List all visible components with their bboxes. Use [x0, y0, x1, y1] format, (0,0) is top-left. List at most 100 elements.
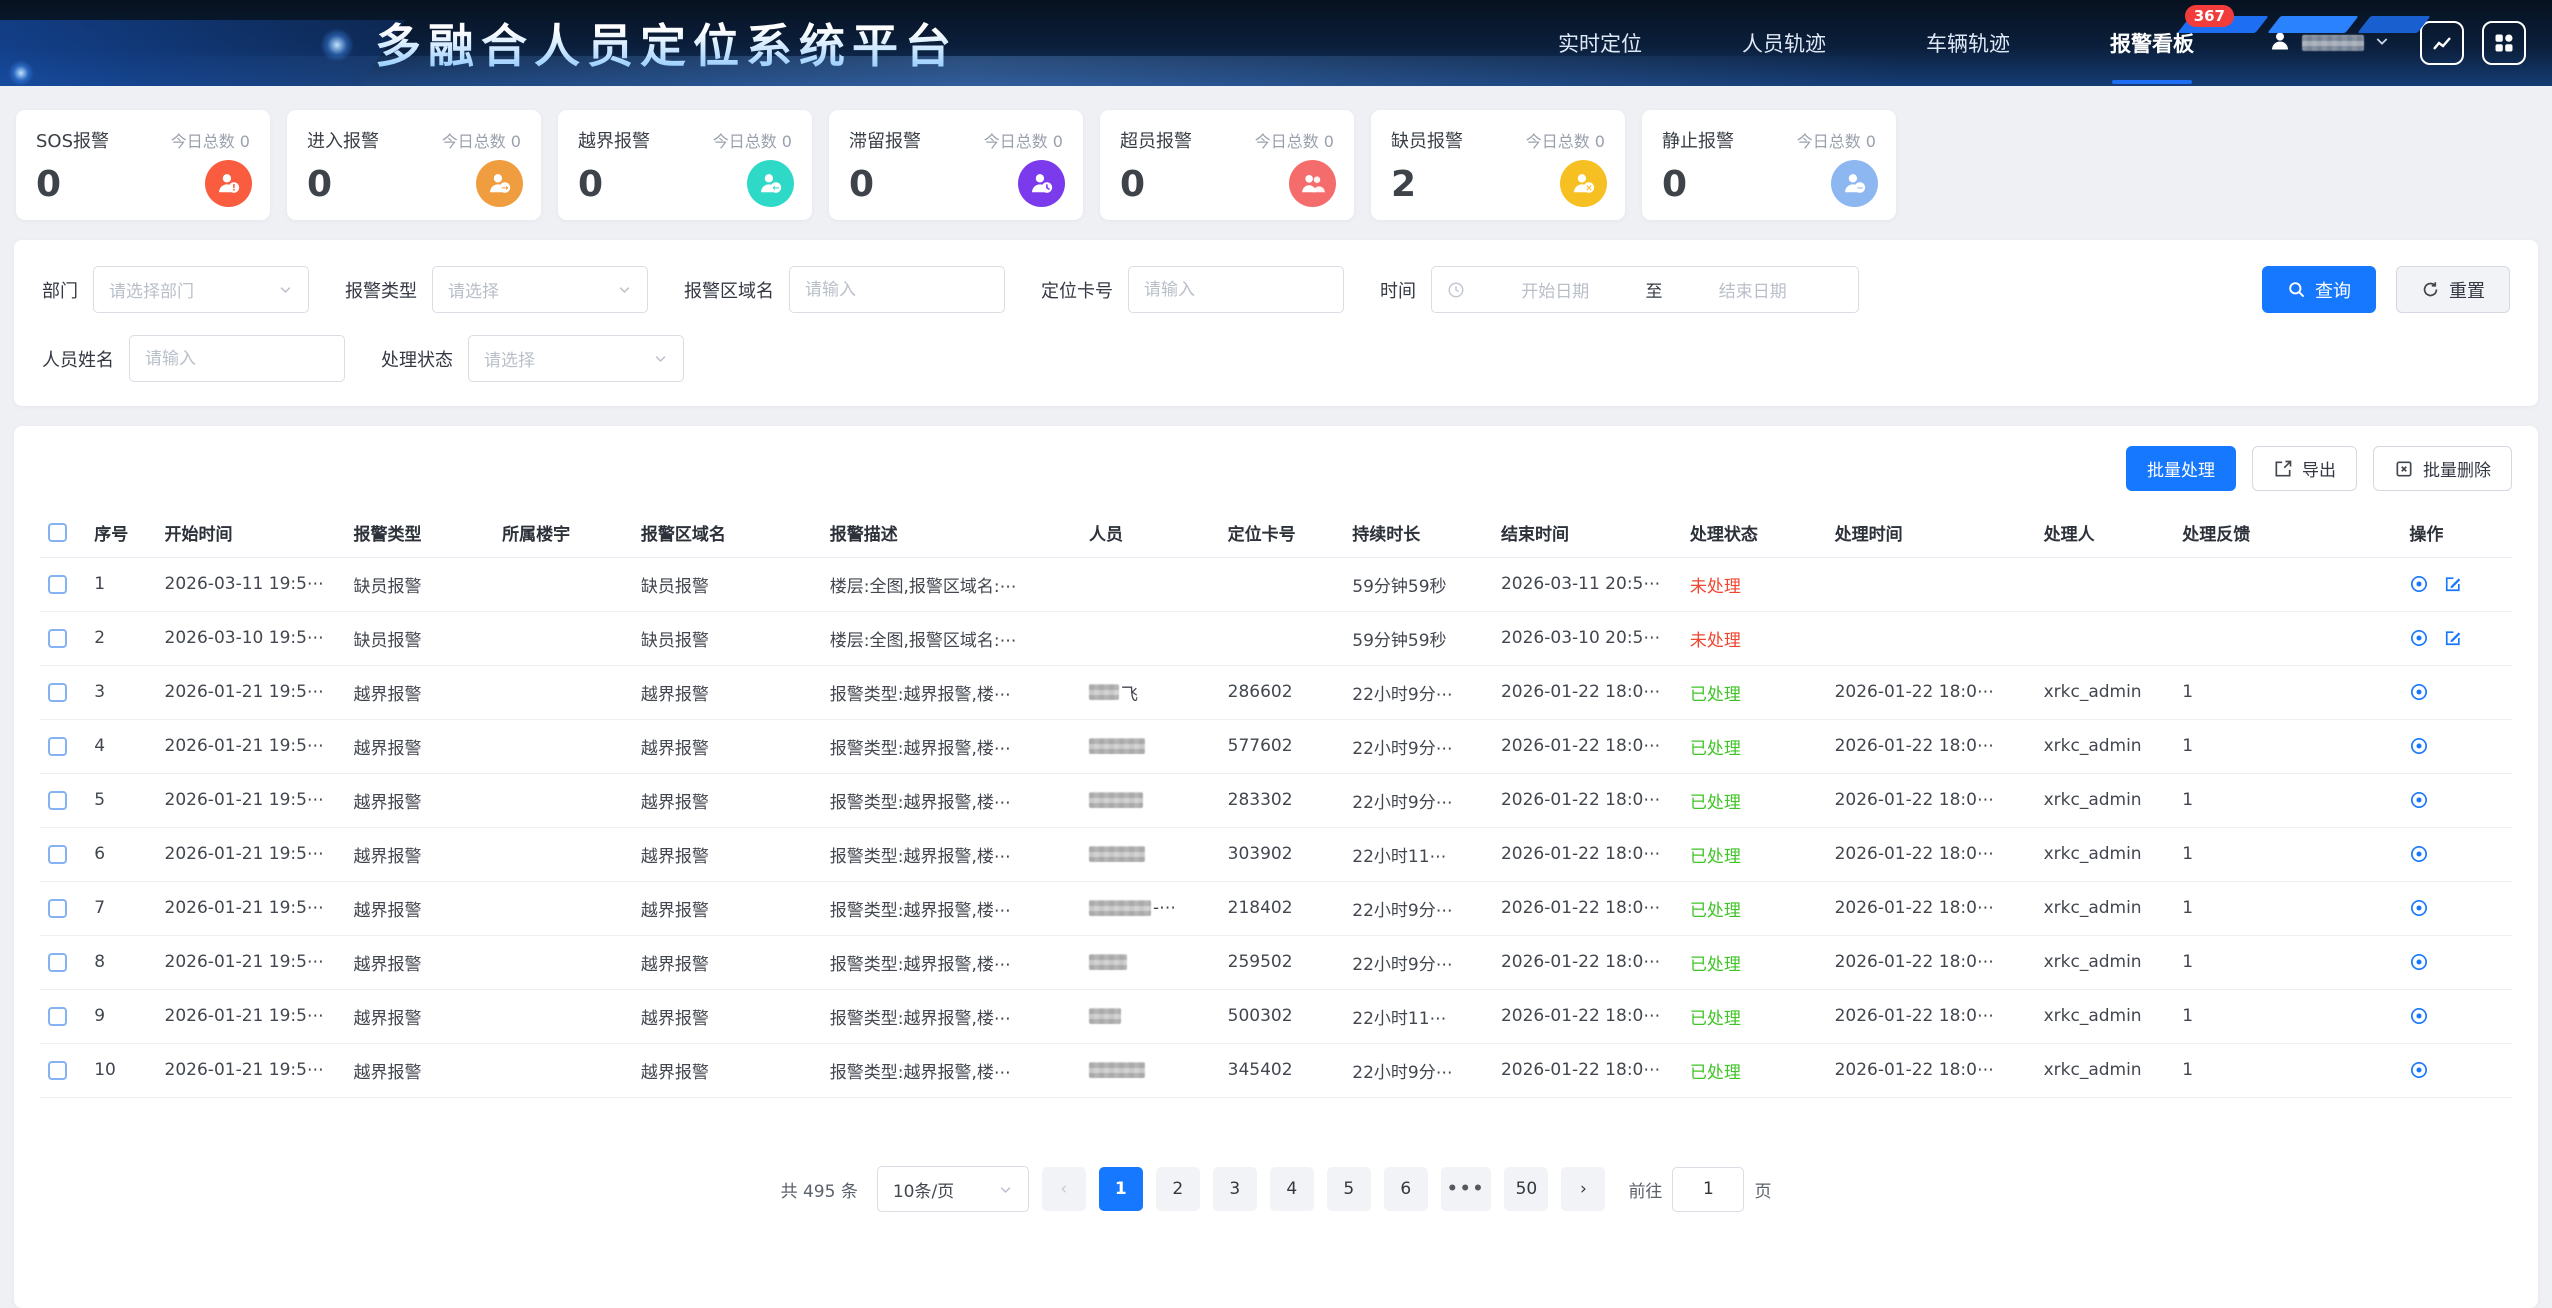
stat-card-title: 进入报警 — [307, 127, 379, 153]
cell-person — [1081, 1043, 1220, 1097]
row-checkbox[interactable] — [48, 629, 67, 648]
area-input[interactable] — [805, 280, 989, 300]
batch-process-button[interactable]: 批量处理 — [2126, 446, 2236, 491]
page-ellipsis[interactable]: ••• — [1441, 1167, 1492, 1211]
batch-delete-button[interactable]: 批量删除 — [2373, 446, 2512, 491]
cell-description: 报警类型:越界报警,楼⋯ — [822, 719, 1081, 773]
view-icon[interactable] — [2409, 682, 2429, 702]
nav-item-人员轨迹[interactable]: 人员轨迹 — [1740, 22, 1828, 64]
view-icon[interactable] — [2409, 574, 2429, 594]
row-checkbox[interactable] — [48, 683, 67, 702]
status-badge: 已处理 — [1690, 793, 1741, 813]
column-header-开始时间: 开始时间 — [157, 509, 346, 557]
stat-card-title: 滞留报警 — [849, 127, 921, 153]
row-checkbox[interactable] — [48, 1061, 67, 1080]
page-size-select[interactable]: 10条/页 — [877, 1166, 1029, 1212]
nav-item-报警看板[interactable]: 报警看板367 — [2108, 22, 2196, 64]
row-checkbox[interactable] — [48, 1007, 67, 1026]
status-placeholder: 请选择 — [484, 346, 535, 371]
cell-end-time: 2026-01-22 18:0⋯ — [1493, 881, 1682, 935]
export-button[interactable]: 导出 — [2252, 446, 2357, 491]
column-header-报警区域名: 报警区域名 — [633, 509, 822, 557]
search-button[interactable]: 查询 — [2262, 266, 2376, 313]
row-checkbox[interactable] — [48, 737, 67, 756]
page-button-6[interactable]: 6 — [1384, 1167, 1428, 1211]
user-area[interactable] — [2268, 29, 2390, 57]
cell-alarm-type: 越界报警 — [345, 881, 494, 935]
reset-button[interactable]: 重置 — [2396, 266, 2510, 313]
row-checkbox[interactable] — [48, 899, 67, 918]
view-icon[interactable] — [2409, 736, 2429, 756]
prev-page-button[interactable]: ‹ — [1042, 1167, 1086, 1211]
card-input[interactable] — [1144, 280, 1328, 300]
cell-building — [494, 557, 633, 611]
page-button-3[interactable]: 3 — [1213, 1167, 1257, 1211]
cell-card-number: 259502 — [1220, 935, 1345, 989]
svg-text:→: → — [501, 183, 508, 193]
cell-building — [494, 989, 633, 1043]
column-header-处理反馈: 处理反馈 — [2174, 509, 2401, 557]
area-input-wrap — [789, 266, 1005, 313]
row-action-icons — [2409, 1006, 2504, 1026]
row-checkbox-cell — [40, 719, 86, 773]
cell-end-time: 2026-01-22 18:0⋯ — [1493, 827, 1682, 881]
status-select[interactable]: 请选择 — [468, 335, 684, 382]
person-name-suffix: -⋯ — [1153, 898, 1176, 918]
view-icon[interactable] — [2409, 790, 2429, 810]
select-all-checkbox[interactable] — [48, 523, 67, 542]
alarm-type-select[interactable]: 请选择 — [432, 266, 648, 313]
edit-icon[interactable] — [2443, 574, 2463, 594]
cell-no: 9 — [86, 989, 156, 1043]
batch-delete-label: 批量删除 — [2423, 456, 2491, 481]
cell-area: 越界报警 — [633, 1043, 822, 1097]
page-button-50[interactable]: 50 — [1504, 1167, 1548, 1211]
page-button-5[interactable]: 5 — [1327, 1167, 1371, 1211]
cell-duration: 59分钟59秒 — [1344, 611, 1493, 665]
view-icon[interactable] — [2409, 844, 2429, 864]
person-alert-icon: ! — [205, 160, 252, 207]
view-icon[interactable] — [2409, 1006, 2429, 1026]
department-select[interactable]: 请选择部门 — [93, 266, 309, 313]
view-icon[interactable] — [2409, 1060, 2429, 1080]
cell-person: 飞 — [1081, 665, 1220, 719]
row-checkbox[interactable] — [48, 953, 67, 972]
cell-actions — [2401, 1043, 2512, 1097]
row-checkbox[interactable] — [48, 845, 67, 864]
row-checkbox-cell — [40, 989, 86, 1043]
row-checkbox[interactable] — [48, 575, 67, 594]
department-label: 部门 — [42, 277, 78, 303]
cell-person: -⋯ — [1081, 881, 1220, 935]
view-icon[interactable] — [2409, 628, 2429, 648]
cell-no: 4 — [86, 719, 156, 773]
row-checkbox-cell — [40, 557, 86, 611]
person-name-input[interactable] — [145, 349, 329, 369]
cell-handler — [2036, 611, 2175, 665]
next-page-button[interactable]: › — [1561, 1167, 1605, 1211]
row-action-icons — [2409, 952, 2504, 972]
person-name-input-wrap — [129, 335, 345, 382]
filter-row-1: 部门 请选择部门 报警类型 请选择 报警区域名 定位卡号 — [42, 266, 2510, 313]
cell-process-time: 2026-01-22 18:0⋯ — [1827, 719, 2036, 773]
goto-page-input[interactable] — [1672, 1167, 1744, 1212]
cell-duration: 22小时9分⋯ — [1344, 719, 1493, 773]
row-checkbox[interactable] — [48, 791, 67, 810]
column-header-操作: 操作 — [2401, 509, 2512, 557]
table-row: 52026-01-21 19:5⋯越界报警越界报警报警类型:越界报警,楼⋯283… — [40, 773, 2512, 827]
cell-alarm-type: 越界报警 — [345, 1043, 494, 1097]
view-icon[interactable] — [2409, 952, 2429, 972]
cell-area: 越界报警 — [633, 773, 822, 827]
edit-icon[interactable] — [2443, 628, 2463, 648]
stat-card-today: 今日总数 0 — [1255, 128, 1334, 152]
nav-item-实时定位[interactable]: 实时定位 — [1556, 22, 1644, 64]
page-button-1[interactable]: 1 — [1099, 1167, 1143, 1211]
page-button-2[interactable]: 2 — [1156, 1167, 1200, 1211]
date-range-picker[interactable]: 开始日期 至 结束日期 — [1431, 266, 1859, 313]
cell-actions — [2401, 719, 2512, 773]
view-icon[interactable] — [2409, 898, 2429, 918]
cell-process-time: 2026-01-22 18:0⋯ — [1827, 827, 2036, 881]
clock-icon — [1447, 281, 1465, 299]
user-name-masked — [2302, 35, 2364, 51]
page-button-4[interactable]: 4 — [1270, 1167, 1314, 1211]
nav-item-车辆轨迹[interactable]: 车辆轨迹 — [1924, 22, 2012, 64]
row-checkbox-cell — [40, 827, 86, 881]
